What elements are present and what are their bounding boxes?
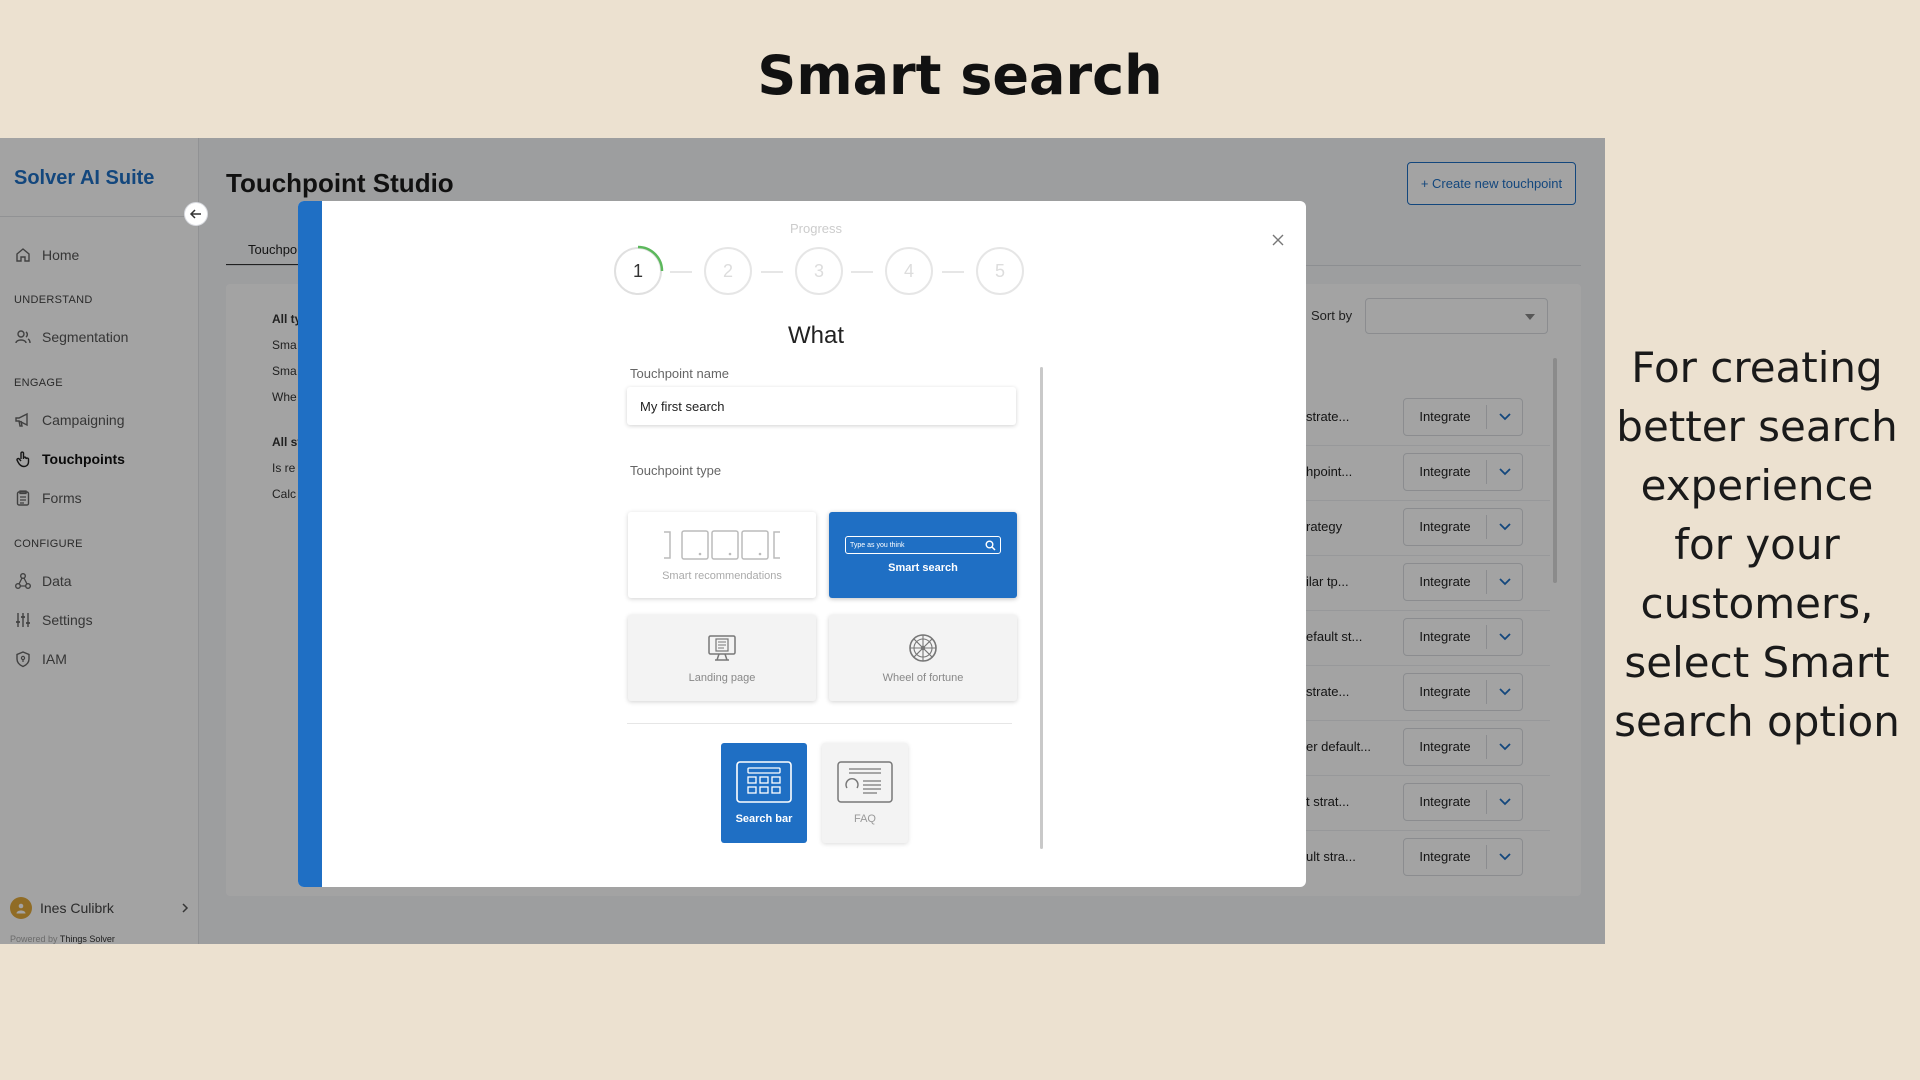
subtype-search-bar[interactable]: Search bar — [721, 743, 807, 843]
collapse-sidebar-button[interactable] — [184, 202, 208, 226]
close-icon — [1272, 234, 1284, 246]
close-button[interactable] — [1267, 229, 1289, 251]
progress-step-3: 3 — [795, 247, 843, 295]
modal-accent-stripe — [298, 201, 322, 887]
progress-step-4: 4 — [885, 247, 933, 295]
type-caption: Wheel of fortune — [882, 672, 964, 684]
progress-step-5: 5 — [976, 247, 1024, 295]
touchpoint-name-label: Touchpoint name — [630, 366, 730, 381]
type-caption: Landing page — [688, 672, 756, 684]
type-wheel-of-fortune[interactable]: Wheel of fortune — [829, 615, 1017, 701]
search-preview: Type as you think — [845, 536, 1001, 554]
slide-title: Smart search — [757, 44, 1163, 107]
type-caption: Smart recommendations — [662, 570, 782, 582]
step-connector — [851, 271, 873, 273]
search-bar-icon — [736, 761, 792, 803]
subtype-caption: Search bar — [735, 813, 793, 825]
type-smart-search[interactable]: Type as you think Smart search — [829, 512, 1017, 598]
slide-caption: For creating better search experience fo… — [1614, 343, 1900, 746]
modal-heading: What — [788, 322, 845, 349]
touchpoint-name-input[interactable] — [627, 387, 1016, 425]
step-number: 5 — [994, 260, 1005, 281]
progress-step-2: 2 — [704, 247, 752, 295]
step-number: 2 — [722, 260, 733, 281]
search-preview-placeholder: Type as you think — [850, 541, 905, 549]
faq-icon — [837, 761, 893, 803]
step-connector — [942, 271, 964, 273]
progress-arc-icon — [637, 245, 664, 272]
recommendations-icon — [664, 530, 780, 560]
section-divider — [627, 723, 1012, 724]
step-connector — [761, 271, 783, 273]
step-number: 4 — [903, 260, 914, 281]
modal-scrollbar[interactable] — [1040, 367, 1043, 849]
arrow-left-icon — [189, 209, 201, 219]
progress-step-1: 1 — [614, 245, 664, 295]
search-icon — [985, 540, 996, 551]
step-connector — [670, 271, 692, 273]
type-landing-page[interactable]: Landing page — [628, 615, 816, 701]
progress-label: Progress — [790, 221, 843, 236]
subtype-caption: FAQ — [853, 813, 876, 825]
subtype-faq[interactable]: FAQ — [822, 743, 908, 843]
create-touchpoint-modal: Progress 1 2 3 4 5 What Touchpoint name … — [298, 201, 1306, 887]
wheel-icon — [909, 634, 937, 662]
type-smart-recommendations[interactable]: Smart recommendations — [628, 512, 816, 598]
step-number: 3 — [813, 260, 824, 281]
app-window: Solver AI Suite Home UNDERSTAND Segmenta… — [0, 138, 1605, 944]
monitor-icon — [708, 635, 736, 661]
touchpoint-type-label: Touchpoint type — [630, 463, 722, 478]
type-caption: Smart search — [888, 562, 958, 574]
